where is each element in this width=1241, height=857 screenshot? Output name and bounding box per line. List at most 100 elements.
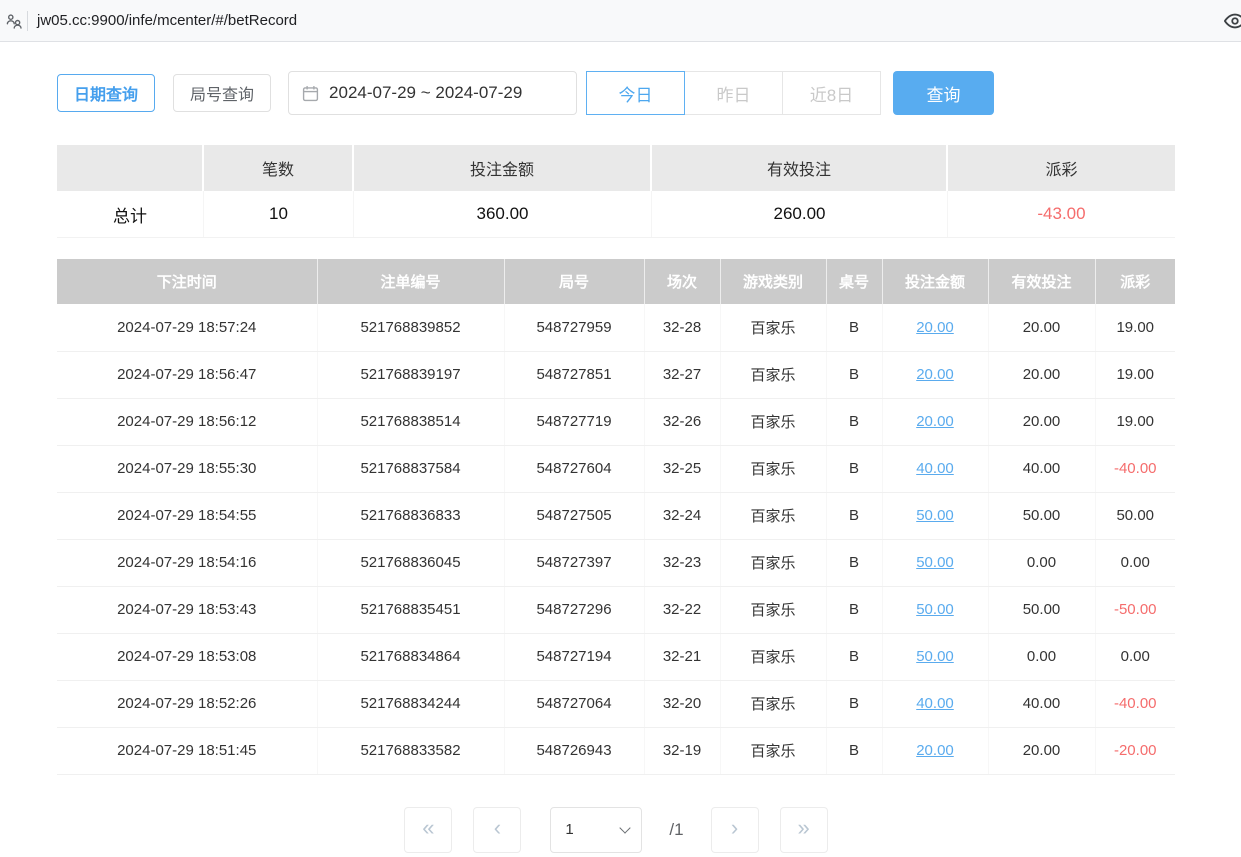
bet-amount-link[interactable]: 20.00 [916,413,954,430]
double-chevron-left-icon: « [422,817,434,839]
table-no-cell: B [826,539,882,586]
session-cell: 32-21 [644,633,720,680]
bet-amount-link[interactable]: 20.00 [916,319,954,336]
game-type-cell: 百家乐 [720,727,826,774]
eye-icon[interactable] [1224,10,1241,37]
bet-id-cell: 521768836045 [317,539,504,586]
bet-time-cell: 2024-07-29 18:53:43 [57,586,317,633]
total-pages-label: /1 [669,820,683,840]
date-range-picker[interactable]: 2024-07-29 ~ 2024-07-29 [288,71,577,115]
bet-amount-cell: 50.00 [882,633,988,680]
bet-amount-cell: 40.00 [882,680,988,727]
bet-time-cell: 2024-07-29 18:56:47 [57,351,317,398]
today-button[interactable]: 今日 [586,71,685,115]
session-cell: 32-28 [644,304,720,351]
round-query-tab-button[interactable]: 局号查询 [173,74,271,112]
payout-cell: -50.00 [1095,586,1175,633]
payout-value: 50.00 [1116,507,1154,524]
bet-amount-cell: 50.00 [882,586,988,633]
game-type-cell: 百家乐 [720,351,826,398]
valid-bet-cell: 20.00 [988,398,1095,445]
bet-amount-link[interactable]: 20.00 [916,366,954,383]
yesterday-button[interactable]: 昨日 [684,71,783,115]
summary-header-blank [57,145,204,191]
search-button[interactable]: 查询 [893,71,994,115]
valid-bet-cell: 0.00 [988,633,1095,680]
round-no-cell: 548727851 [504,351,644,398]
payout-value: -20.00 [1114,742,1157,759]
bet-amount-link[interactable]: 40.00 [916,695,954,712]
session-cell: 32-26 [644,398,720,445]
bet-record-table: 下注时间 注单编号 局号 场次 游戏类别 桌号 投注金额 有效投注 派彩 202… [57,259,1175,775]
valid-bet-cell: 20.00 [988,304,1095,351]
bet-id-cell: 521768839197 [317,351,504,398]
bet-amount-link[interactable]: 50.00 [916,648,954,665]
summary-count-value: 10 [204,191,354,237]
bet-amount-link[interactable]: 20.00 [916,742,954,759]
table-no-cell: B [826,680,882,727]
summary-valid-bet-value: 260.00 [652,191,948,237]
next-page-button[interactable]: › [711,807,759,853]
bet-amount-cell: 50.00 [882,539,988,586]
summary-header-bet-amount: 投注金额 [354,145,652,191]
header-bet-time: 下注时间 [57,259,317,304]
quick-range-group: 今日 昨日 近8日 [587,71,881,115]
payout-cell: 0.00 [1095,633,1175,680]
browser-bar: jw05.cc:9900/infe/mcenter/#/betRecord [0,0,1241,42]
round-no-cell: 548727397 [504,539,644,586]
bet-amount-link[interactable]: 40.00 [916,460,954,477]
chevron-right-icon: › [731,817,738,839]
table-row: 2024-07-29 18:54:55 521768836833 5487275… [57,492,1175,539]
table-row: 2024-07-29 18:51:45 521768833582 5487269… [57,727,1175,774]
payout-cell: 0.00 [1095,539,1175,586]
table-row: 2024-07-29 18:53:08 521768834864 5487271… [57,633,1175,680]
payout-value: -40.00 [1114,460,1157,477]
header-round-no: 局号 [504,259,644,304]
summary-total-label: 总计 [57,191,204,237]
date-query-tab-button[interactable]: 日期查询 [57,74,155,112]
valid-bet-cell: 20.00 [988,351,1095,398]
first-page-button[interactable]: « [404,807,452,853]
payout-value: 19.00 [1116,319,1154,336]
payout-cell: -40.00 [1095,680,1175,727]
bet-id-cell: 521768833582 [317,727,504,774]
game-type-cell: 百家乐 [720,304,826,351]
table-no-cell: B [826,351,882,398]
page-select: 1 [550,807,642,853]
last-8-days-button[interactable]: 近8日 [782,71,881,115]
bet-time-cell: 2024-07-29 18:57:24 [57,304,317,351]
page-select-dropdown[interactable]: 1 [550,807,642,853]
table-no-cell: B [826,445,882,492]
payout-value: 19.00 [1116,413,1154,430]
address-bar-url[interactable]: jw05.cc:9900/infe/mcenter/#/betRecord [37,12,297,29]
bet-id-cell: 521768837584 [317,445,504,492]
site-icon[interactable] [0,13,27,29]
game-type-cell: 百家乐 [720,445,826,492]
table-row: 2024-07-29 18:55:30 521768837584 5487276… [57,445,1175,492]
bet-amount-cell: 20.00 [882,304,988,351]
valid-bet-cell: 40.00 [988,445,1095,492]
table-row: 2024-07-29 18:56:12 521768838514 5487277… [57,398,1175,445]
bet-amount-cell: 50.00 [882,492,988,539]
round-no-cell: 548727505 [504,492,644,539]
date-range-text: 2024-07-29 ~ 2024-07-29 [329,83,522,103]
table-header-row: 下注时间 注单编号 局号 场次 游戏类别 桌号 投注金额 有效投注 派彩 [57,259,1175,304]
last-page-button[interactable]: » [780,807,828,853]
summary-table: 笔数 投注金额 有效投注 派彩 总计 10 360.00 260.00 -43.… [57,145,1175,238]
table-no-cell: B [826,633,882,680]
valid-bet-cell: 0.00 [988,539,1095,586]
bet-time-cell: 2024-07-29 18:52:26 [57,680,317,727]
header-table-no: 桌号 [826,259,882,304]
game-type-cell: 百家乐 [720,633,826,680]
payout-cell: 50.00 [1095,492,1175,539]
bet-time-cell: 2024-07-29 18:51:45 [57,727,317,774]
summary-header-row: 笔数 投注金额 有效投注 派彩 [57,145,1175,191]
bet-amount-link[interactable]: 50.00 [916,554,954,571]
payout-value: 0.00 [1121,648,1150,665]
header-valid-bet: 有效投注 [988,259,1095,304]
session-cell: 32-22 [644,586,720,633]
bet-amount-link[interactable]: 50.00 [916,601,954,618]
prev-page-button[interactable]: ‹ [473,807,521,853]
bet-amount-link[interactable]: 50.00 [916,507,954,524]
header-game-type: 游戏类别 [720,259,826,304]
